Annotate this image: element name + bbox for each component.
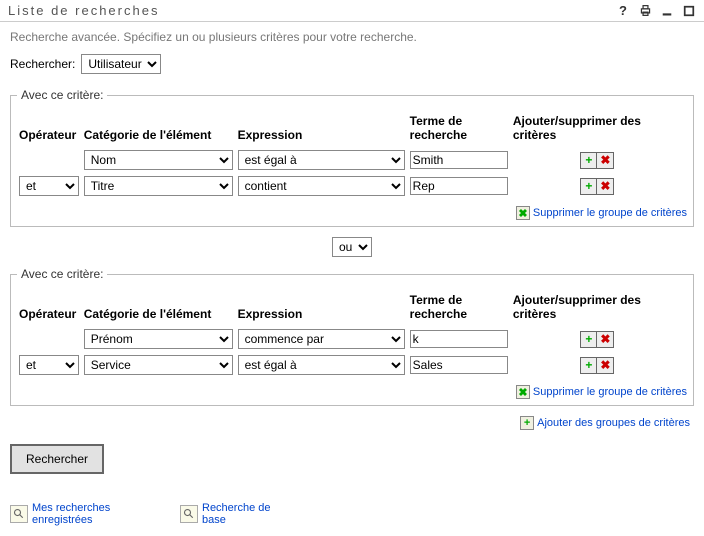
remove-group-link[interactable]: ✖ Supprimer le groupe de critères (17, 200, 687, 220)
between-operator-row: ou (0, 231, 704, 263)
basic-search-icon (180, 505, 198, 523)
add-group-icon: + (520, 416, 534, 430)
remove-group-icon: ✖ (516, 206, 530, 220)
add-criteria-icon[interactable]: + (581, 358, 597, 373)
header-actions: Ajouter/supprimer des critères (513, 114, 685, 146)
saved-searches-link[interactable]: Mes recherches enregistrées (10, 502, 120, 526)
add-remove-criteria: +✖ (580, 331, 614, 348)
criteria-table-2: Opérateur Catégorie de l'élément Express… (17, 291, 687, 379)
header-term: Terme de recherche (410, 293, 511, 325)
operator-select[interactable]: et (19, 355, 79, 375)
expression-select[interactable]: est égal à (238, 150, 405, 170)
basic-search-link[interactable]: Recherche de base (180, 502, 290, 526)
add-criteria-icon[interactable]: + (581, 153, 597, 168)
remove-group-link[interactable]: ✖ Supprimer le groupe de critères (17, 379, 687, 399)
minimize-icon[interactable] (660, 4, 674, 18)
add-criteria-icon[interactable]: + (581, 179, 597, 194)
header-category: Catégorie de l'élément (84, 114, 236, 146)
category-select[interactable]: Prénom (84, 329, 233, 349)
titlebar: Liste de recherches ? (0, 0, 704, 22)
add-remove-criteria: +✖ (580, 178, 614, 195)
search-button[interactable]: Rechercher (10, 444, 104, 474)
search-button-row: Rechercher (0, 436, 704, 482)
criteria-table-1: Opérateur Catégorie de l'élément Express… (17, 112, 687, 200)
criteria-group-2: Avec ce critère: Opérateur Catégorie de … (10, 267, 694, 406)
add-criteria-icon[interactable]: + (581, 332, 597, 347)
expression-select[interactable]: commence par (238, 329, 405, 349)
criteria-group-1: Avec ce critère: Opérateur Catégorie de … (10, 88, 694, 227)
header-expression: Expression (238, 293, 408, 325)
search-label: Rechercher: (10, 57, 75, 71)
between-operator-select[interactable]: ou (332, 237, 372, 257)
footer-links: Mes recherches enregistrées Recherche de… (0, 482, 704, 536)
term-input[interactable] (410, 356, 508, 374)
header-actions: Ajouter/supprimer des critères (513, 293, 685, 325)
titlebar-controls: ? (616, 4, 696, 18)
criteria-row: et Service est égal à +✖ (19, 353, 685, 377)
saved-searches-icon (10, 505, 28, 523)
subtitle-text: Recherche avancée. Spécifiez un ou plusi… (0, 22, 704, 52)
operator-select[interactable]: et (19, 176, 79, 196)
term-input[interactable] (410, 177, 508, 195)
term-input[interactable] (410, 330, 508, 348)
group-legend: Avec ce critère: (17, 267, 107, 281)
remove-criteria-icon[interactable]: ✖ (597, 332, 613, 347)
search-entity-select[interactable]: Utilisateur (81, 54, 161, 74)
remove-criteria-icon[interactable]: ✖ (597, 153, 613, 168)
add-group-link[interactable]: + Ajouter des groupes de critères (520, 416, 690, 430)
category-select[interactable]: Titre (84, 176, 233, 196)
window-title: Liste de recherches (8, 3, 616, 18)
criteria-row: Prénom commence par +✖ (19, 327, 685, 351)
add-group-row: + Ajouter des groupes de critères (0, 410, 704, 436)
remove-criteria-icon[interactable]: ✖ (597, 358, 613, 373)
expression-select[interactable]: contient (238, 176, 405, 196)
add-remove-criteria: +✖ (580, 357, 614, 374)
category-select[interactable]: Nom (84, 150, 233, 170)
remove-criteria-icon[interactable]: ✖ (597, 179, 613, 194)
header-operator: Opérateur (19, 293, 82, 325)
group-legend: Avec ce critère: (17, 88, 107, 102)
help-icon[interactable]: ? (616, 4, 630, 18)
expression-select[interactable]: est égal à (238, 355, 405, 375)
remove-group-icon: ✖ (516, 385, 530, 399)
header-operator: Opérateur (19, 114, 82, 146)
criteria-row: Nom est égal à +✖ (19, 148, 685, 172)
print-icon[interactable] (638, 4, 652, 18)
add-remove-criteria: +✖ (580, 152, 614, 169)
criteria-row: et Titre contient +✖ (19, 174, 685, 198)
term-input[interactable] (410, 151, 508, 169)
header-category: Catégorie de l'élément (84, 293, 236, 325)
header-expression: Expression (238, 114, 408, 146)
category-select[interactable]: Service (84, 355, 233, 375)
header-term: Terme de recherche (410, 114, 511, 146)
search-entity-row: Rechercher: Utilisateur (0, 52, 704, 84)
maximize-icon[interactable] (682, 4, 696, 18)
